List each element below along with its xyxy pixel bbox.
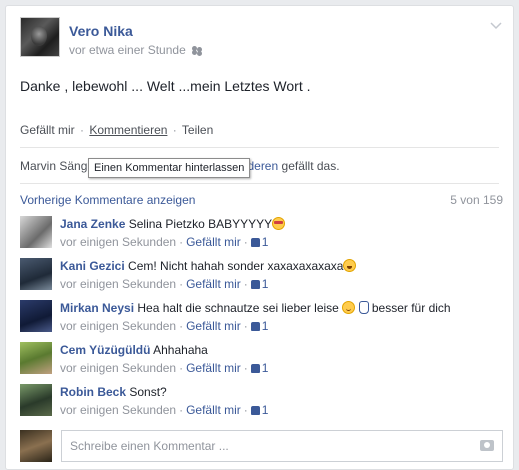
- comment-text-cont: besser für dich: [371, 301, 451, 315]
- comment-time[interactable]: vor einigen Sekunden: [60, 403, 176, 417]
- comment-like-link[interactable]: Gefällt mir: [186, 361, 241, 375]
- thumbs-up-icon: [250, 280, 260, 289]
- separator: ·: [172, 123, 177, 137]
- comment-meta: vor einigen Sekunden · Gefällt mir · 1: [60, 361, 269, 375]
- comment-composer[interactable]: [61, 430, 503, 462]
- comment-meta: vor einigen Sekunden · Gefällt mir · 1: [60, 403, 269, 417]
- comment-item: Mirkan Neysi Hea halt die schnautze sei …: [20, 300, 500, 334]
- commenter-name[interactable]: Cem Yüzügüldü: [60, 343, 150, 357]
- likes-suffix: gefällt das.: [281, 159, 340, 173]
- comment-text: Selina Pietzko BABYYYYY: [128, 217, 273, 231]
- comment-meta: vor einigen Sekunden · Gefällt mir · 1: [60, 235, 269, 249]
- comment-body: Jana Zenke Selina Pietzko BABYYYYY: [60, 217, 286, 231]
- comment-meta: vor einigen Sekunden · Gefällt mir · 1: [60, 319, 269, 333]
- comment-item: Kani Gezici Cem! Nicht hahah sonder xaxa…: [20, 258, 500, 292]
- divider: [20, 147, 499, 148]
- post-meta: vor etwa einer Stunde: [69, 43, 203, 57]
- comment-meta: vor einigen Sekunden · Gefällt mir · 1: [60, 277, 269, 291]
- like-link[interactable]: Gefällt mir: [20, 123, 75, 137]
- avatar[interactable]: [20, 258, 52, 290]
- post-time[interactable]: vor etwa einer Stunde: [69, 43, 186, 57]
- avatar[interactable]: [20, 300, 52, 332]
- post-author[interactable]: Vero Nika: [69, 23, 133, 39]
- thumbs-up-icon: [250, 406, 260, 415]
- emoji-icon: [343, 259, 357, 272]
- comment-body: Mirkan Neysi Hea halt die schnautze sei …: [60, 301, 451, 315]
- comment-time[interactable]: vor einigen Sekunden: [60, 361, 176, 375]
- author-avatar[interactable]: [20, 17, 60, 57]
- avatar[interactable]: [20, 216, 52, 248]
- commenter-name[interactable]: Mirkan Neysi: [60, 301, 134, 315]
- comment-like-link[interactable]: Gefällt mir: [186, 235, 241, 249]
- comment-text: Sonst?: [129, 385, 167, 399]
- camera-icon[interactable]: [480, 440, 494, 451]
- comment-input[interactable]: [62, 431, 462, 461]
- commenter-name[interactable]: Kani Gezici: [60, 259, 125, 273]
- comment-text: Cem! Nicht hahah sonder xaxaxaxaxaxa: [128, 259, 344, 273]
- thumbs-up-icon: [250, 238, 260, 247]
- emoji-icon: [272, 217, 286, 230]
- tooltip: Einen Kommentar hinterlassen: [88, 158, 251, 178]
- liker-name[interactable]: Marvin Säng: [20, 159, 87, 173]
- comment-time[interactable]: vor einigen Sekunden: [60, 277, 176, 291]
- comment-time[interactable]: vor einigen Sekunden: [60, 235, 176, 249]
- share-link[interactable]: Teilen: [182, 123, 213, 137]
- comment-text: Ahhahaha: [153, 343, 208, 357]
- comment-like-count[interactable]: 1: [250, 235, 268, 249]
- comment-like-count[interactable]: 1: [250, 277, 268, 291]
- comment-text: Hea halt die schnautze sei lieber leise: [137, 301, 339, 315]
- friends-icon[interactable]: [191, 45, 203, 55]
- comment-item: Cem Yüzügüldü Ahhahaha vor einigen Sekun…: [20, 342, 500, 376]
- comment-like-count[interactable]: 1: [250, 403, 268, 417]
- comment-like-link[interactable]: Gefällt mir: [186, 403, 241, 417]
- comment-item: Jana Zenke Selina Pietzko BABYYYYY vor e…: [20, 216, 500, 250]
- thumbs-up-icon: [250, 364, 260, 373]
- hand-icon: [358, 301, 369, 314]
- comment-body: Kani Gezici Cem! Nicht hahah sonder xaxa…: [60, 259, 357, 273]
- comment-body: Robin Beck Sonst?: [60, 385, 167, 399]
- divider: [20, 183, 499, 184]
- comment-count: 5 von 159: [450, 193, 503, 207]
- post-card: Vero Nika vor etwa einer Stunde Danke , …: [5, 5, 514, 470]
- thumbs-up-icon: [250, 322, 260, 331]
- post-actions: Gefällt mir · Kommentieren · Teilen: [20, 123, 213, 137]
- separator: ·: [80, 123, 85, 137]
- chevron-down-icon[interactable]: [489, 20, 503, 30]
- commenter-name[interactable]: Robin Beck: [60, 385, 126, 399]
- comment-like-link[interactable]: Gefällt mir: [186, 277, 241, 291]
- comment-body: Cem Yüzügüldü Ahhahaha: [60, 343, 208, 357]
- previous-comments-link[interactable]: Vorherige Kommentare anzeigen: [20, 193, 195, 207]
- avatar[interactable]: [20, 384, 52, 416]
- emoji-icon: [342, 301, 356, 314]
- comment-like-link[interactable]: Gefällt mir: [186, 319, 241, 333]
- comment-like-count[interactable]: 1: [250, 361, 268, 375]
- post-text: Danke , lebewohl ... Welt ...mein Letzte…: [20, 78, 311, 94]
- commenter-name[interactable]: Jana Zenke: [60, 217, 125, 231]
- comment-time[interactable]: vor einigen Sekunden: [60, 319, 176, 333]
- avatar[interactable]: [20, 342, 52, 374]
- my-avatar[interactable]: [20, 430, 52, 462]
- comment-link[interactable]: Kommentieren: [89, 123, 167, 137]
- comment-item: Robin Beck Sonst? vor einigen Sekunden · G…: [20, 384, 500, 418]
- comment-like-count[interactable]: 1: [250, 319, 268, 333]
